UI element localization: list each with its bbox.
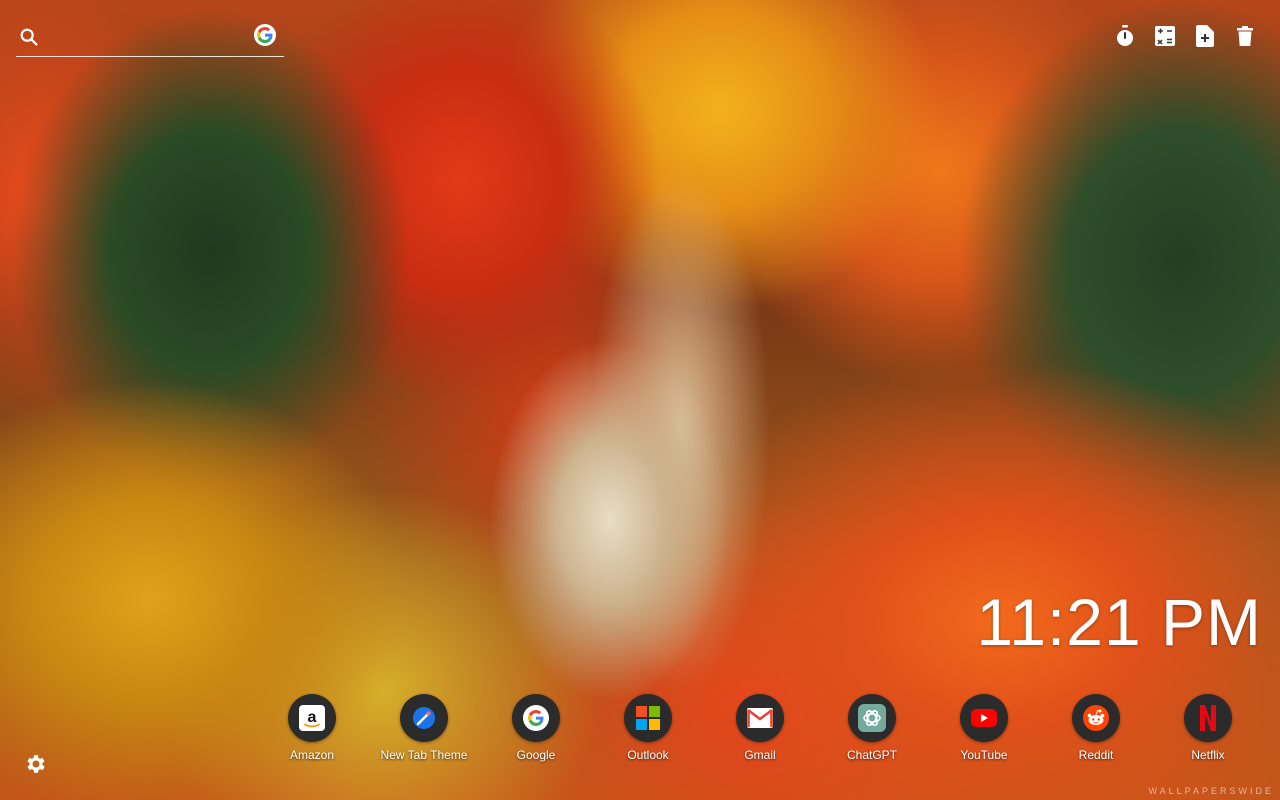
shortcut-reddit[interactable]: Reddit — [1040, 694, 1152, 762]
shortcut-label: Reddit — [1078, 748, 1114, 762]
shortcut-label: Outlook — [627, 748, 669, 762]
search-icon[interactable] — [18, 26, 40, 48]
calculator-icon[interactable] — [1154, 24, 1176, 48]
search-input[interactable] — [46, 24, 250, 52]
shortcuts-dock: a Amazon New Tab Theme Google Outlook Gm… — [256, 694, 1264, 762]
wallpaper-watermark: WALLPAPERSWIDE — [1148, 786, 1274, 796]
svg-text:a: a — [308, 709, 317, 726]
shortcut-label: Netflix — [1191, 748, 1225, 762]
shortcut-youtube[interactable]: YouTube — [928, 694, 1040, 762]
top-right-toolbar — [1114, 24, 1256, 48]
shortcut-google[interactable]: Google — [480, 694, 592, 762]
shortcut-outlook[interactable]: Outlook — [592, 694, 704, 762]
gear-icon[interactable] — [24, 752, 48, 776]
wallpaper-background — [0, 0, 1280, 800]
outlook-icon — [624, 694, 672, 742]
new-tab-theme-icon — [400, 694, 448, 742]
google-g-icon[interactable] — [254, 24, 276, 46]
search-bar — [16, 22, 284, 57]
stopwatch-icon[interactable] — [1114, 24, 1136, 48]
shortcut-label: Amazon — [289, 748, 335, 762]
reddit-icon — [1072, 694, 1120, 742]
shortcut-label: New Tab Theme — [380, 748, 468, 762]
new-document-icon[interactable] — [1194, 24, 1216, 48]
shortcut-label: Google — [516, 748, 556, 762]
shortcut-amazon[interactable]: a Amazon — [256, 694, 368, 762]
shortcut-label: ChatGPT — [846, 748, 897, 762]
shortcut-new-tab-theme[interactable]: New Tab Theme — [368, 694, 480, 762]
google-icon — [512, 694, 560, 742]
shortcut-netflix[interactable]: Netflix — [1152, 694, 1264, 762]
shortcut-gmail[interactable]: Gmail — [704, 694, 816, 762]
netflix-icon — [1184, 694, 1232, 742]
clock-time: 11:21 PM — [976, 585, 1262, 659]
chatgpt-icon — [848, 694, 896, 742]
amazon-icon: a — [288, 694, 336, 742]
shortcut-label: Gmail — [744, 748, 776, 762]
shortcut-label: YouTube — [960, 748, 1008, 762]
gmail-icon — [736, 694, 784, 742]
youtube-icon — [960, 694, 1008, 742]
shortcut-chatgpt[interactable]: ChatGPT — [816, 694, 928, 762]
trash-icon[interactable] — [1234, 24, 1256, 48]
